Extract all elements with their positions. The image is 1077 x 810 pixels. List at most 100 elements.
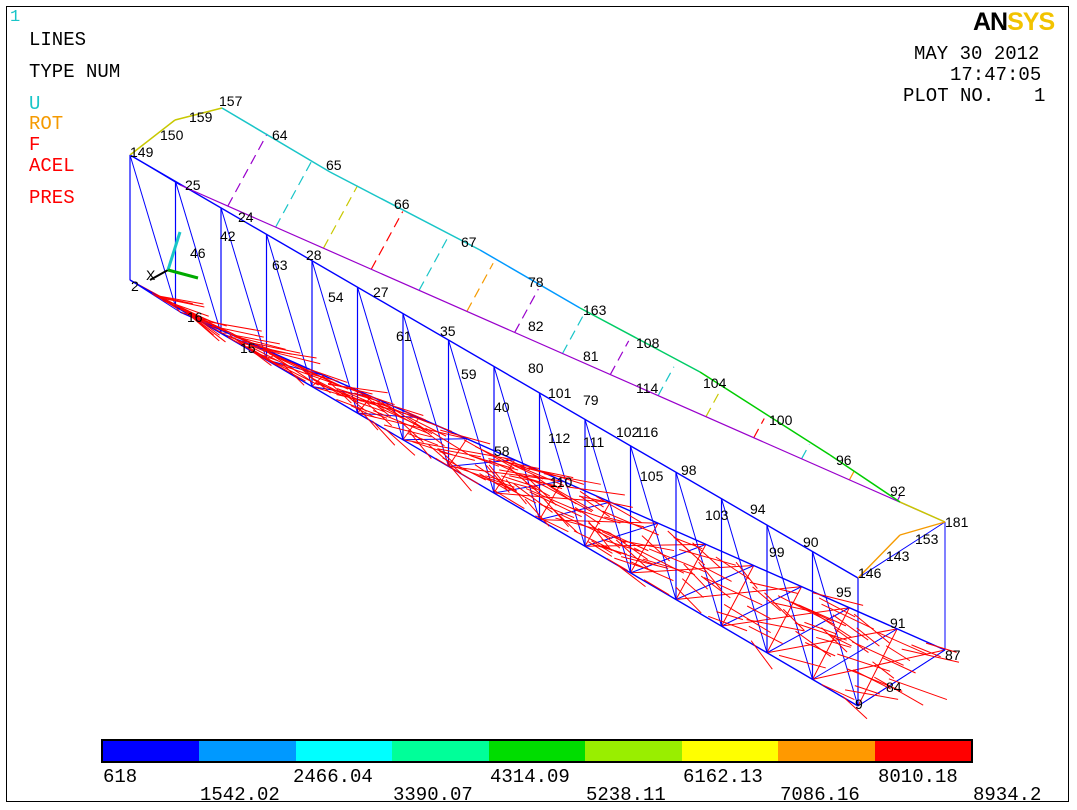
pressure-arrow	[503, 457, 531, 471]
node-label: 96	[836, 452, 852, 468]
node-label: 143	[886, 548, 910, 564]
node-label: 98	[681, 462, 697, 478]
colorbar-label-bottom: 1542.02	[200, 784, 280, 806]
node-label: 27	[373, 284, 389, 300]
node-label: 15	[240, 340, 256, 356]
pressure-arrow	[535, 515, 569, 533]
roof-line	[899, 501, 946, 523]
pressure-arrows	[151, 292, 960, 720]
colorbar-segment	[681, 741, 779, 761]
pressure-arrow	[435, 457, 480, 485]
pressure-arrow	[606, 558, 628, 572]
dimension-guide	[801, 444, 810, 460]
node-label: 110	[550, 474, 573, 490]
node-label: 108	[636, 335, 660, 351]
node-label: 114	[636, 380, 659, 396]
colorbar-segment	[392, 741, 489, 761]
node-label: 35	[440, 323, 456, 339]
node-label: 94	[750, 501, 766, 517]
node-label: 111	[583, 434, 604, 450]
dimension-guide	[609, 340, 630, 375]
pressure-arrow	[723, 603, 771, 634]
node-label: 66	[394, 196, 410, 212]
colorbar-label-top: 6162.13	[683, 766, 763, 788]
pressure-arrow	[543, 498, 569, 527]
colorbar-label-top: 618	[103, 766, 138, 788]
colorbar-segment	[778, 741, 875, 761]
node-label: 90	[803, 534, 819, 550]
node-label: 157	[219, 93, 243, 109]
node-label: 59	[461, 366, 477, 382]
pressure-arrow	[596, 495, 642, 524]
node-label: 105	[640, 468, 664, 484]
dimension-guide	[418, 237, 449, 291]
node-label: 87	[945, 647, 961, 663]
node-label: 102	[616, 424, 640, 440]
node-label: 181	[945, 514, 969, 530]
node-label: 91	[890, 615, 906, 631]
pressure-arrow	[877, 631, 928, 655]
node-label: 103	[705, 507, 729, 523]
colorbar-segment	[199, 741, 296, 761]
node-label: 46	[190, 245, 206, 261]
node-label: 78	[528, 274, 544, 290]
dimension-guide	[753, 418, 765, 439]
colorbar-label-bottom: 5238.11	[586, 784, 666, 806]
dimension-guide	[561, 314, 585, 354]
colorbar-segment	[295, 741, 393, 761]
pressure-arrow	[750, 640, 773, 670]
node-label: 92	[890, 483, 906, 499]
colorbar-segment	[103, 741, 200, 761]
colorbar-label-bottom: 3390.07	[393, 784, 473, 806]
pressure-arrow	[555, 517, 610, 533]
pressure-arrow	[821, 684, 855, 700]
colorbar-segment	[874, 741, 971, 761]
floor-diagonal	[721, 565, 755, 627]
dimension-guide	[466, 262, 494, 312]
node-label: 58	[494, 443, 510, 459]
node-label: 54	[328, 289, 344, 305]
node-label: 84	[886, 679, 902, 695]
node-label: 61	[396, 328, 412, 344]
node-label: 25	[185, 177, 201, 193]
node-label: 153	[915, 531, 939, 547]
node-label: 101	[548, 385, 572, 401]
node-label: 116	[636, 424, 659, 440]
node-label: 99	[769, 544, 785, 560]
node-label: 81	[583, 348, 599, 364]
pressure-arrow	[778, 654, 826, 669]
dimension-guide	[657, 366, 675, 396]
node-label: 67	[461, 234, 477, 250]
axis-x-label: X	[146, 267, 156, 283]
colorbar-label-bottom: 8934.2	[973, 784, 1042, 806]
dimension-guide	[705, 392, 720, 417]
node-label: 100	[769, 412, 793, 428]
node-label: 146	[858, 565, 882, 581]
node-label: 150	[160, 127, 184, 143]
pressure-arrow	[748, 625, 783, 644]
node-label: 80	[528, 360, 544, 376]
pressure-arrow	[617, 564, 646, 588]
node-label: 40	[494, 399, 510, 415]
pressure-arrow	[692, 542, 721, 568]
dimension-guide	[370, 211, 404, 270]
node-label: 63	[272, 257, 288, 273]
pressure-arrow	[641, 535, 670, 562]
node-label: 2	[131, 278, 139, 294]
model-viewport[interactable]: 6465666778828111411610810410096921811531…	[0, 0, 1077, 810]
node-label: 42	[220, 228, 236, 244]
node-label: 104	[703, 375, 727, 391]
node-label: 64	[272, 127, 288, 143]
colorbar-segment	[585, 741, 682, 761]
box-edge	[857, 649, 946, 707]
node-label: 95	[836, 584, 852, 600]
dimension-guide	[275, 159, 313, 228]
pressure-arrow	[492, 489, 525, 510]
pressure-arrow	[795, 630, 832, 657]
node-label: 16	[187, 309, 203, 325]
colorbar-label-bottom: 7086.16	[780, 784, 860, 806]
node-label: 112	[548, 430, 571, 446]
node-label: 65	[326, 157, 342, 173]
pressure-arrow	[675, 586, 702, 614]
node-label: 149	[130, 144, 154, 160]
